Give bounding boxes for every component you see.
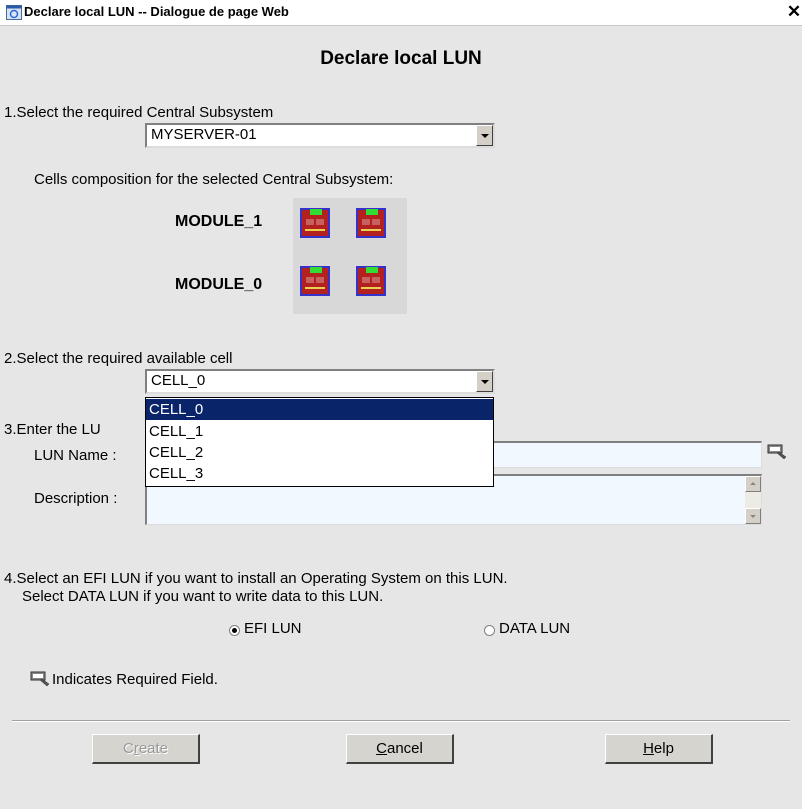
help-button[interactable]: Help bbox=[605, 734, 713, 764]
dropdown-option[interactable]: CELL_3 bbox=[146, 463, 493, 484]
close-icon[interactable]: ✕ bbox=[786, 2, 802, 22]
required-field-icon bbox=[30, 671, 50, 687]
step3-label: 3.Enter the LU bbox=[4, 421, 101, 438]
cell-dropdown-list[interactable]: CELL_0 CELL_1 CELL_2 CELL_3 bbox=[145, 397, 494, 487]
dropdown-option[interactable]: CELL_0 bbox=[146, 399, 493, 420]
cancel-button[interactable]: Cancel bbox=[346, 734, 454, 764]
cell-board-icon[interactable] bbox=[356, 266, 386, 296]
scroll-down-icon[interactable] bbox=[745, 508, 761, 524]
efi-lun-radio[interactable] bbox=[229, 625, 240, 636]
cell-board-icon[interactable] bbox=[356, 208, 386, 238]
create-button[interactable]: Create bbox=[92, 734, 200, 764]
dialog-heading: Declare local LUN bbox=[320, 48, 482, 69]
dropdown-option[interactable]: CELL_1 bbox=[146, 421, 493, 442]
data-lun-radio[interactable] bbox=[484, 625, 495, 636]
module-label: MODULE_0 bbox=[175, 276, 263, 293]
central-subsystem-select[interactable]: MYSERVER-01 bbox=[145, 123, 495, 148]
description-scrollbar[interactable] bbox=[745, 476, 761, 524]
step2-label: 2.Select the required available cell bbox=[4, 350, 233, 367]
data-lun-label[interactable]: DATA LUN bbox=[499, 620, 570, 637]
cell-board-icon[interactable] bbox=[300, 208, 330, 238]
lun-name-label: LUN Name : bbox=[34, 447, 117, 464]
description-label: Description : bbox=[34, 490, 118, 507]
step1-label: 1.Select the required Central Subsystem bbox=[4, 104, 274, 121]
chevron-down-icon[interactable] bbox=[476, 371, 493, 392]
cell-select[interactable]: CELL_0 bbox=[145, 369, 495, 394]
divider bbox=[12, 720, 790, 722]
required-field-icon bbox=[767, 444, 787, 460]
module-label: MODULE_1 bbox=[175, 213, 263, 230]
dropdown-option[interactable]: CELL_2 bbox=[146, 442, 493, 463]
central-subsystem-value: MYSERVER-01 bbox=[151, 126, 257, 143]
efi-lun-label[interactable]: EFI LUN bbox=[244, 620, 302, 637]
cells-composition-label: Cells composition for the selected Centr… bbox=[34, 171, 394, 188]
ie-window-icon bbox=[6, 5, 22, 20]
title-bar: Declare local LUN -- Dialogue de page We… bbox=[0, 0, 802, 26]
chevron-down-icon[interactable] bbox=[476, 125, 493, 146]
window-title: Declare local LUN -- Dialogue de page We… bbox=[24, 4, 289, 19]
step4-line1: 4.Select an EFI LUN if you want to insta… bbox=[4, 570, 508, 587]
step4-line2: Select DATA LUN if you want to write dat… bbox=[22, 588, 384, 605]
cell-board-icon[interactable] bbox=[300, 266, 330, 296]
required-note: Indicates Required Field. bbox=[52, 671, 218, 688]
scroll-up-icon[interactable] bbox=[745, 476, 761, 492]
cell-select-value: CELL_0 bbox=[151, 372, 206, 389]
